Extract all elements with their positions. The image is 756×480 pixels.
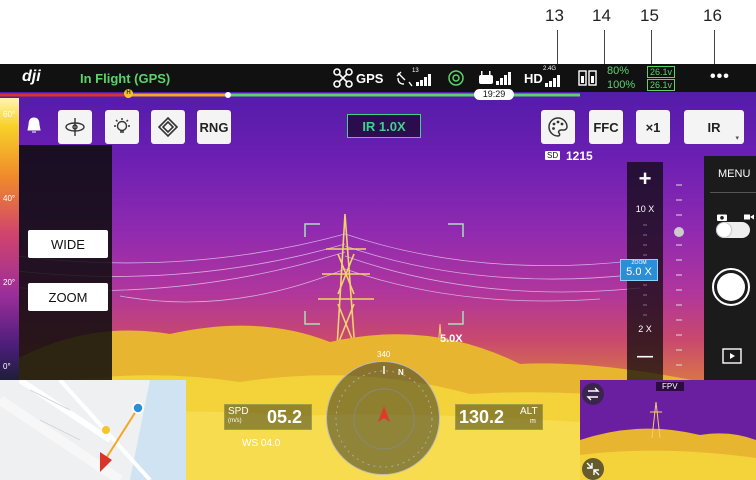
- menu-button[interactable]: MENU: [718, 168, 750, 180]
- attitude-compass[interactable]: 340 N: [326, 350, 440, 475]
- callout-line-15: [651, 30, 652, 64]
- callout-line-13: [557, 30, 558, 64]
- zoom-minus-button[interactable]: —: [627, 348, 663, 366]
- temp-label-40: 40°: [3, 194, 16, 203]
- callout-16: 16: [703, 6, 722, 25]
- photo-mode-icon: [717, 208, 727, 221]
- dji-logo[interactable]: dji: [22, 68, 41, 86]
- collapse-view-icon[interactable]: [582, 458, 604, 480]
- left-tool-panel: [19, 145, 112, 382]
- remote-controller-icon: [478, 69, 512, 87]
- mini-map[interactable]: [0, 380, 186, 480]
- wide-button[interactable]: WIDE: [28, 230, 108, 258]
- gimbal-button[interactable]: [58, 110, 92, 144]
- fpv-view[interactable]: FPV: [580, 380, 756, 480]
- wind-speed: WS 04.0: [242, 438, 281, 449]
- home-point-marker: H: [124, 89, 133, 98]
- flight-status[interactable]: In Flight (GPS): [80, 71, 170, 86]
- battery-pct-2: 100%: [607, 79, 636, 91]
- toggle-knob: [717, 223, 731, 237]
- altitude-box: 130.2 ALT m: [455, 404, 543, 430]
- gps-signal-icon: [416, 73, 432, 86]
- status-bar: dji In Flight (GPS) GPS 13 HD 2.4G 80% 1…: [0, 64, 756, 92]
- speed-label: SPD: [228, 406, 249, 417]
- zoom-10x-label: 10 X: [635, 204, 655, 214]
- camera-mode-label: IR: [707, 119, 721, 135]
- zoom-x1-button[interactable]: ×1: [636, 110, 670, 144]
- beacon-button[interactable]: [151, 110, 185, 144]
- menu-divider: [710, 192, 756, 193]
- battery-volt-1: 26.1v: [647, 66, 676, 78]
- hd-signal-icon: [545, 74, 561, 87]
- ir-zoom-indicator: IR 1.0X: [347, 114, 421, 138]
- root: 13 14 15 16 5.0X dji In Flight (GPS) GPS…: [0, 0, 756, 480]
- gps-label: GPS: [356, 71, 384, 86]
- zoom-level-indicator[interactable]: ZOOM 5.0 X: [620, 259, 658, 281]
- altitude-label: ALT: [520, 406, 538, 417]
- temp-label-20: 20°: [3, 278, 16, 287]
- flight-time: 19:29: [474, 89, 514, 100]
- compass-graphic: [335, 366, 433, 468]
- callout-15: 15: [640, 6, 659, 25]
- compass-north: N: [398, 368, 404, 377]
- temp-label-60: 60°: [3, 110, 16, 119]
- map-graphic: [0, 380, 186, 480]
- temp-label-0: 0°: [3, 362, 11, 371]
- battery-icon: [578, 68, 600, 88]
- video-mode-icon: [744, 208, 754, 220]
- compass-heading: 340: [377, 350, 391, 359]
- battery-pct-1: 80%: [607, 65, 630, 77]
- rangefinder-button[interactable]: RNG: [197, 110, 231, 144]
- gimbal-icon: [65, 118, 85, 136]
- zoom-2x-label: 2 X: [638, 324, 652, 334]
- more-menu-button[interactable]: •••: [710, 68, 730, 86]
- ffc-button[interactable]: FFC: [589, 110, 623, 144]
- callout-14: 14: [592, 6, 611, 25]
- hd-band: 2.4G: [543, 66, 557, 72]
- vision-icon: [447, 69, 465, 87]
- palette-icon: [548, 117, 568, 137]
- shutter-button[interactable]: [712, 268, 750, 306]
- palette-button[interactable]: [541, 110, 575, 144]
- speed-value: 05.2: [267, 407, 303, 427]
- spotlight-icon: [114, 118, 130, 133]
- photo-video-toggle[interactable]: [716, 222, 750, 238]
- hd-label: HD: [524, 71, 543, 86]
- spotlight-button[interactable]: [105, 110, 139, 144]
- bell-icon[interactable]: [24, 116, 44, 136]
- callout-line-14: [604, 30, 605, 64]
- aircraft-icon: [333, 68, 353, 88]
- swap-view-icon[interactable]: [582, 383, 604, 405]
- shutter-inner: [717, 273, 745, 301]
- callout-line-16: [714, 30, 715, 64]
- altitude-value: 130.2: [459, 407, 505, 427]
- callout-13: 13: [545, 6, 564, 25]
- beacon-icon: [157, 116, 179, 138]
- zoom-button[interactable]: ZOOM: [28, 283, 108, 311]
- speed-box: SPD (m/s) 05.2: [224, 404, 312, 430]
- overlay-zoom-text: 5.0X: [440, 333, 463, 345]
- speed-unit: (m/s): [228, 418, 242, 424]
- gimbal-pitch-scale[interactable]: [672, 180, 688, 370]
- camera-mode-button[interactable]: IR ▾: [684, 110, 744, 144]
- battery-volt-2: 26.1v: [647, 79, 676, 91]
- sd-remaining: 1215: [566, 149, 593, 163]
- zoom-plus-button[interactable]: +: [627, 166, 663, 192]
- temperature-scale: [0, 98, 19, 380]
- zoom-value: 5.0 X: [626, 266, 652, 278]
- fpv-label: FPV: [656, 382, 684, 391]
- altitude-unit: m: [530, 418, 536, 425]
- playback-icon[interactable]: [722, 348, 742, 364]
- dropdown-arrow-icon: ▾: [735, 135, 739, 142]
- sd-card-icon: SD: [545, 151, 561, 160]
- fpv-graphic: [580, 380, 756, 480]
